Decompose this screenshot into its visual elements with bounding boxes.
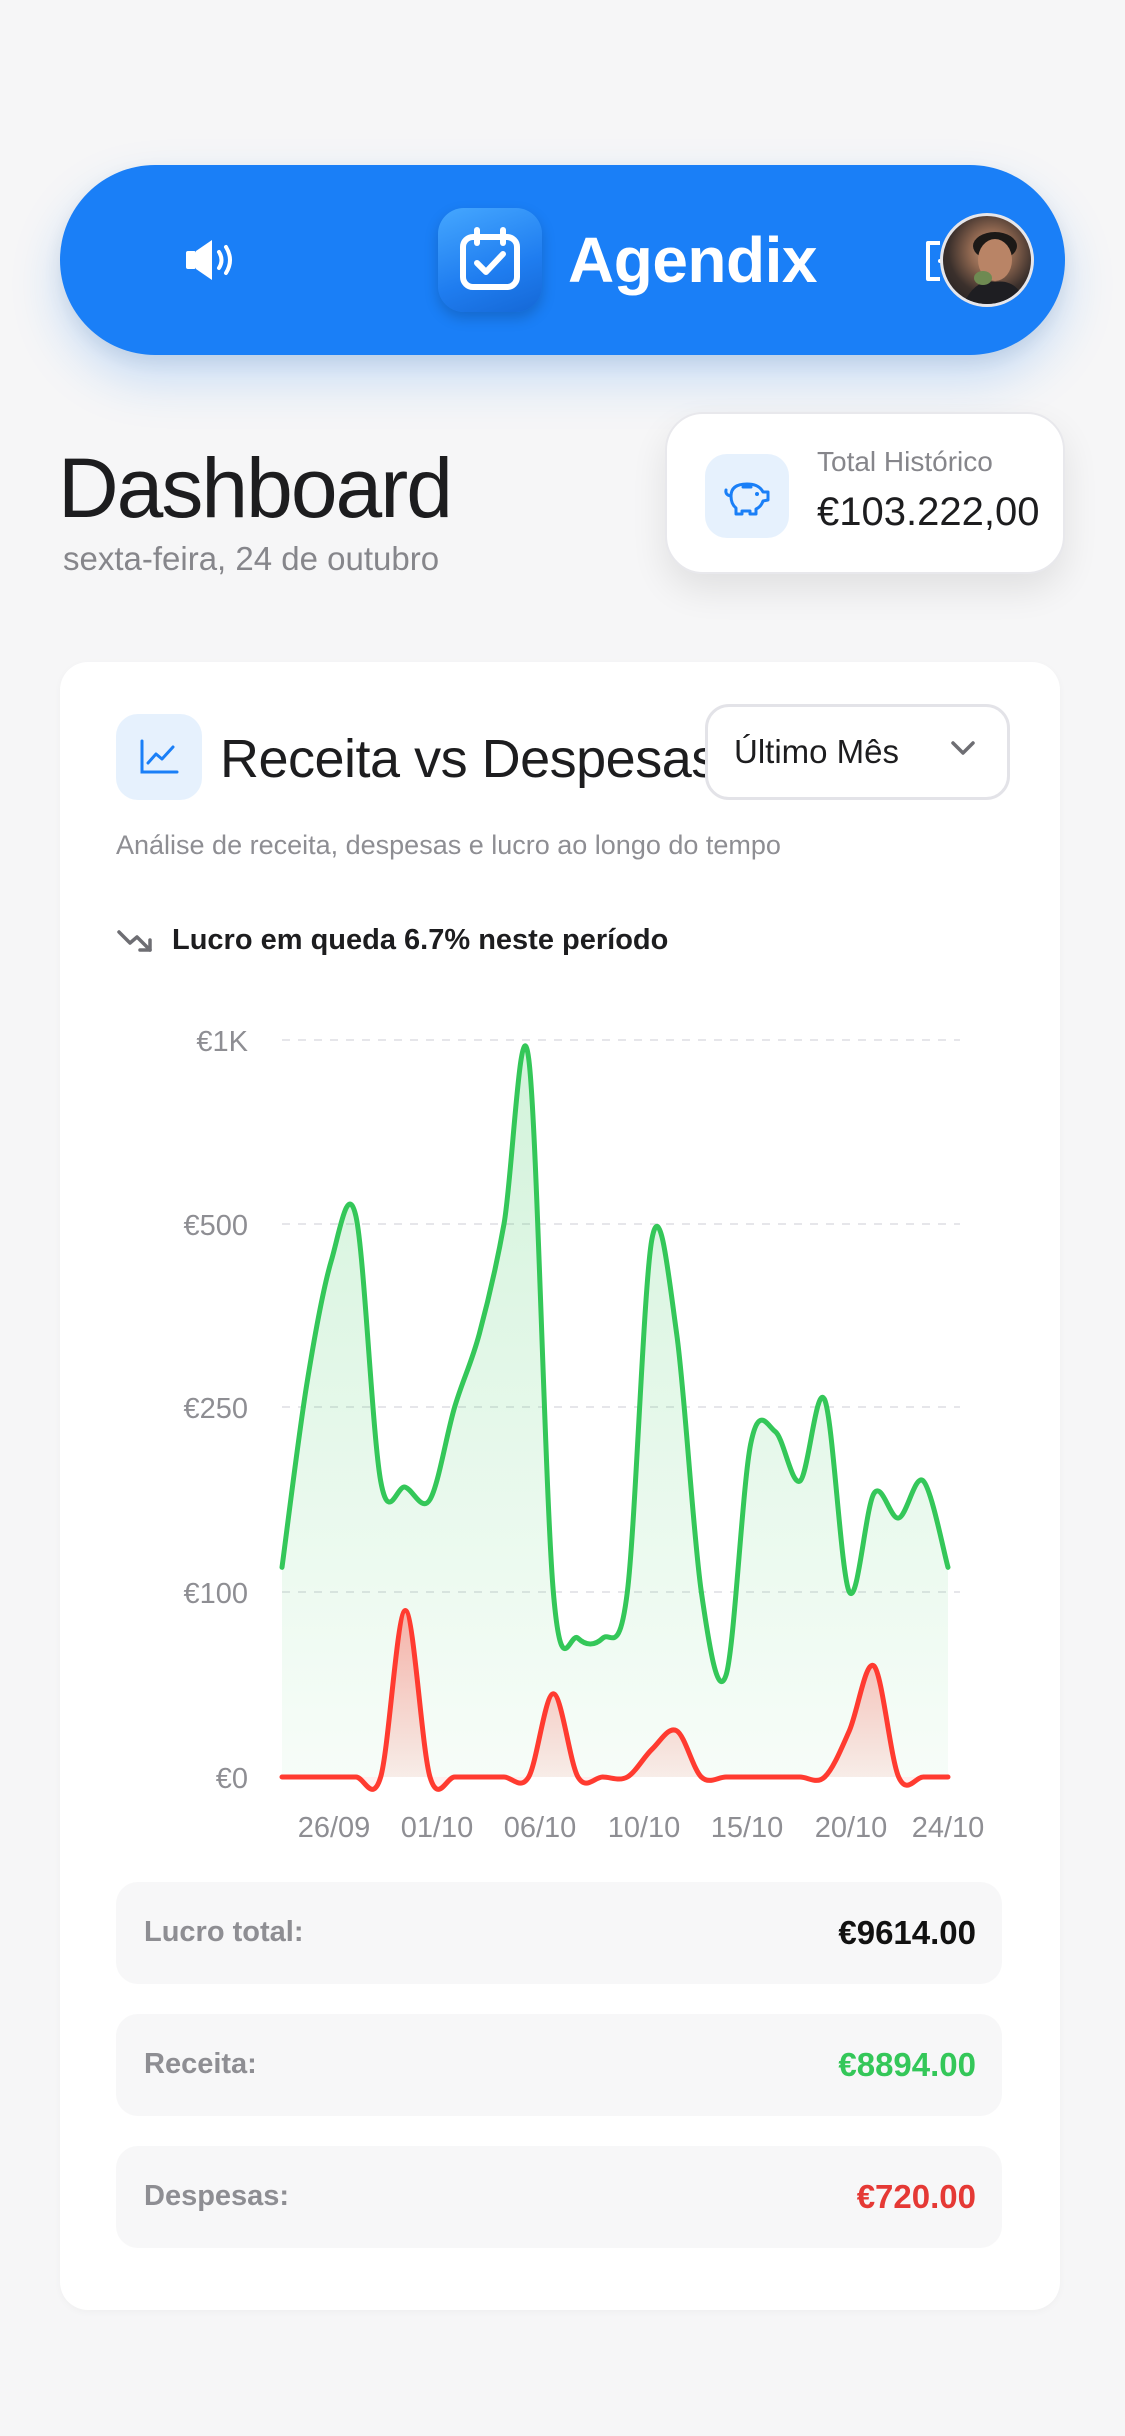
- stat-label: Despesas:: [144, 2180, 290, 2212]
- sound-button[interactable]: [180, 225, 240, 295]
- stat-label: Lucro total:: [144, 1916, 304, 1948]
- app-header: Agendix: [60, 165, 1065, 355]
- total-history-label: Total Histórico: [817, 446, 993, 477]
- brand: Agendix: [438, 207, 817, 313]
- revenue-area: [282, 1045, 948, 1777]
- y-tick-label: €1K: [196, 1026, 248, 1058]
- piggy-bank-icon: [705, 454, 789, 538]
- y-tick-label: €500: [183, 1210, 248, 1242]
- page-title: Dashboard: [58, 441, 453, 535]
- x-tick-label: 10/10: [608, 1812, 681, 1844]
- x-tick-label: 06/10: [504, 1812, 577, 1844]
- stat-value: €8894.00: [838, 2046, 976, 2083]
- total-history-card: Total Histórico €103.222,00: [665, 412, 1065, 574]
- stat-label: Receita:: [144, 2048, 257, 2080]
- stat-row-revenue: Receita: €8894.00: [116, 2014, 1002, 2116]
- x-tick-label: 01/10: [401, 1812, 474, 1844]
- brand-name: Agendix: [568, 224, 817, 296]
- calendar-check-icon: [438, 208, 542, 312]
- x-tick-label: 26/09: [298, 1812, 371, 1844]
- revenue-expenses-chart: €0 €100 €250 €500 €1K 26/09 01/10 06/10 10/10 15…: [183, 1026, 985, 1844]
- speaker-icon: [186, 240, 232, 280]
- x-tick-label: 15/10: [711, 1812, 784, 1844]
- page-date: sexta-feira, 24 de outubro: [63, 540, 440, 577]
- stat-row-total-profit: Lucro total: €9614.00: [116, 1882, 1002, 1984]
- user-avatar[interactable]: [940, 213, 1034, 307]
- y-tick-label: €100: [183, 1578, 248, 1610]
- y-tick-label: €0: [216, 1763, 248, 1795]
- x-tick-label: 24/10: [912, 1812, 985, 1844]
- stat-value: €720.00: [856, 2178, 976, 2215]
- y-tick-label: €250: [183, 1393, 248, 1425]
- stat-value: €9614.00: [838, 1914, 976, 1951]
- x-tick-label: 20/10: [815, 1812, 888, 1844]
- total-history-value: €103.222,00: [817, 490, 1040, 534]
- revenue-expenses-card: Receita vs Despesas Último Mês Análise d…: [60, 662, 1060, 2310]
- stat-row-expenses: Despesas: €720.00: [116, 2146, 1002, 2248]
